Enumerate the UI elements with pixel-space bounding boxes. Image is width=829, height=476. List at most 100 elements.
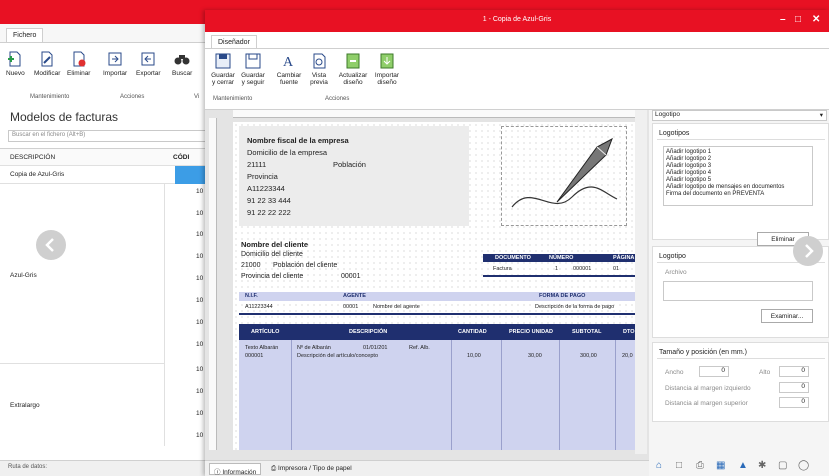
update-design-button[interactable]: Actualizar diseño	[337, 52, 369, 86]
list-item[interactable]: Añadir logotipo 3	[666, 163, 810, 170]
col-code[interactable]: CÓDI	[173, 154, 189, 161]
minimize-button[interactable]: –	[780, 14, 786, 25]
ribbon-divider	[205, 48, 829, 49]
row-label: Extralargo	[10, 402, 40, 409]
tab-printer[interactable]: ⎙ Impresora / Tipo de papel	[267, 463, 356, 475]
left-margin-input[interactable]: 0	[779, 382, 809, 393]
window-icon[interactable]: ▢	[778, 460, 787, 471]
col-divider	[451, 340, 452, 450]
left-margin-label: Distancia al margen izquierdo	[665, 385, 751, 392]
line-ref: Ref. Alb.	[409, 345, 430, 351]
height-input[interactable]: 0	[779, 366, 809, 377]
col-article: ARTÍCULO	[251, 329, 280, 335]
import-design-icon	[380, 53, 394, 69]
export-button[interactable]: Exportar	[136, 50, 161, 77]
list-item[interactable]: Añadir logotipo 1	[666, 149, 810, 156]
import-design-button[interactable]: Importar diseño	[371, 52, 403, 86]
tab-fichero[interactable]: Fichero	[6, 28, 44, 42]
save-icon	[215, 53, 231, 69]
company-block[interactable]: Nombre fiscal de la empresa Domicilio de…	[239, 126, 469, 226]
tab-information[interactable]: ⓘ Información	[209, 463, 262, 476]
preview-button[interactable]: Vista previa	[305, 52, 333, 86]
size-section: Tamaño y posición (en mm.) Ancho 0 Alto …	[652, 342, 829, 422]
col-description[interactable]: DESCRIPCIÓN	[10, 154, 55, 161]
line-price: 30,00	[528, 353, 542, 359]
save-close-l2: y cerrar	[211, 79, 235, 86]
code-cell: 10	[196, 275, 204, 282]
delete-button[interactable]: Eliminar	[67, 50, 90, 77]
col-divider	[291, 340, 292, 450]
page-title: Modelos de facturas	[10, 110, 119, 124]
modify-button[interactable]: Modificar	[34, 50, 60, 77]
tools-icon[interactable]: ✱	[758, 460, 766, 471]
chart-icon[interactable]: ▲	[738, 460, 748, 471]
save-close-button[interactable]: Guardar y cerrar	[209, 52, 237, 86]
preview-l1: Vista	[311, 72, 327, 79]
group-mantenimiento: Mantenimiento	[30, 94, 70, 100]
file-field[interactable]	[663, 281, 813, 301]
grid-icon[interactable]: ▦	[716, 460, 725, 471]
line-albaran: Nº de Albarán	[297, 345, 331, 351]
save-continue-button[interactable]: Guardar y seguir	[239, 52, 267, 86]
carousel-prev-button[interactable]	[36, 230, 66, 260]
divider	[657, 358, 825, 359]
agent-values: A11223344 00001 Nombre del agente Descri…	[239, 302, 635, 312]
browse-button[interactable]: Examinar...	[761, 309, 813, 323]
code-cell: 10	[196, 319, 204, 326]
list-item[interactable]: Añadir logotipo de mensajes en documento…	[666, 184, 810, 191]
chevron-down-icon: ▾	[819, 112, 823, 119]
report-canvas[interactable]: Nombre fiscal de la empresa Domicilio de…	[233, 122, 635, 450]
width-input[interactable]: 0	[699, 366, 729, 377]
object-dropdown[interactable]: Logotipo ▾	[652, 110, 827, 121]
code-cell: 10	[196, 388, 204, 395]
bottom-tabs: ⓘ Información ⎙ Impresora / Tipo de pape…	[205, 460, 649, 476]
modify-label: Modificar	[34, 70, 61, 77]
company-address: Domicilio de la empresa	[247, 148, 328, 157]
vertical-scrollbar[interactable]	[635, 110, 647, 454]
save-icon	[245, 53, 261, 69]
col-divider	[615, 340, 616, 450]
object-selector[interactable]: Logotipo ▾	[652, 110, 829, 122]
line-code: 000001	[245, 353, 264, 359]
change-font-button[interactable]: A Cambiar fuente	[275, 52, 303, 86]
col-price: PRECIO UNIDAD	[509, 329, 554, 335]
nif-header: N.I.F.	[245, 293, 258, 299]
import-design-l1: Importar	[374, 72, 400, 79]
row-selected-cell	[175, 166, 205, 184]
top-margin-input[interactable]: 0	[779, 397, 809, 408]
printer-icon[interactable]: ⎙	[696, 460, 704, 471]
code-cell: 10	[196, 410, 204, 417]
company-nif: A11223344	[247, 184, 285, 193]
search-input[interactable]: Buscar en el fichero (Alt+B)	[8, 130, 208, 142]
import-button[interactable]: Importar	[103, 50, 127, 77]
carousel-next-button[interactable]	[793, 236, 823, 266]
code-cell: 10	[196, 253, 204, 260]
new-button[interactable]: Nuevo	[6, 50, 25, 77]
close-button[interactable]: ✕	[812, 14, 820, 25]
lines-body[interactable]: Texto Albarán 000001 Nº de Albarán 01/01…	[239, 340, 635, 450]
line-desc: Descripción del artículo/concepto	[297, 353, 379, 359]
code-cell: 10	[196, 231, 204, 238]
tab-disenador[interactable]: Diseñador	[211, 35, 257, 49]
list-item[interactable]: Añadir logotipo 4	[666, 170, 810, 177]
agent-nif: A11223344	[245, 304, 273, 310]
logo-placeholder[interactable]	[501, 126, 627, 226]
home-icon[interactable]: ⌂	[656, 460, 662, 471]
line-dto: 20,0	[622, 353, 633, 359]
width-label: Ancho	[665, 369, 684, 376]
list-item[interactable]: Añadir logotipo 2	[666, 156, 810, 163]
maximize-button[interactable]: □	[795, 14, 801, 25]
code-cell: 10	[196, 297, 204, 304]
agent-pay: Descripción de la forma de pago	[535, 304, 615, 310]
line-date: 01/01/201	[363, 345, 388, 351]
table-row[interactable]: Copia de Azul-Gris	[0, 166, 205, 184]
list-item[interactable]: Firma del documento en PREVENTA	[666, 191, 810, 198]
logos-list[interactable]: Añadir logotipo 1 Añadir logotipo 2 Añad…	[663, 146, 813, 206]
company-phone2: 91 22 22 222	[247, 208, 291, 217]
col-description: DESCRIPCIÓN	[349, 329, 388, 335]
document-icon[interactable]: □	[676, 460, 682, 471]
search-button[interactable]: Buscar	[172, 50, 192, 77]
company-phone1: 91 22 33 444	[247, 196, 291, 205]
settings-icon[interactable]: ◯	[798, 460, 809, 471]
list-item[interactable]: Añadir logotipo 5	[666, 177, 810, 184]
